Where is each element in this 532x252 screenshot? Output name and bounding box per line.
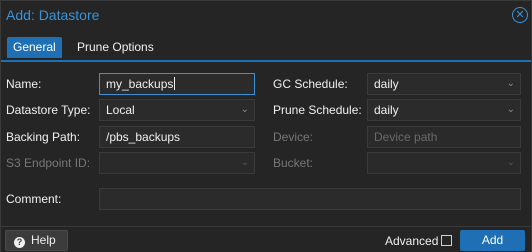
name-input[interactable]: my_backups (99, 73, 255, 95)
chevron-down-icon: ⌄ (240, 157, 249, 168)
backing-path-input[interactable]: /pbs_backups (99, 126, 255, 148)
name-value: my_backups (106, 77, 174, 91)
help-button-label: Help (31, 233, 56, 247)
chevron-down-icon: ⌄ (506, 157, 515, 168)
add-datastore-dialog: Add: Datastore ✕ General Prune Options N… (0, 0, 532, 252)
text-cursor (174, 77, 176, 90)
prune-schedule-select[interactable]: daily ⌄ (367, 99, 521, 121)
backing-path-value: /pbs_backups (106, 130, 181, 144)
tab-general[interactable]: General (7, 37, 62, 58)
s3-endpoint-label: S3 Endpoint ID: (6, 156, 91, 170)
prune-schedule-label: Prune Schedule: (273, 103, 362, 117)
dialog-footer: ? Help Advanced Add (1, 226, 531, 252)
add-button[interactable]: Add (460, 230, 525, 251)
dialog-titlebar[interactable]: Add: Datastore ✕ (1, 1, 531, 30)
help-button[interactable]: ? Help (5, 230, 68, 251)
s3-endpoint-select: ⌄ (99, 152, 255, 174)
bucket-select: ⌄ (367, 152, 521, 174)
device-label: Device: (273, 130, 314, 144)
bucket-label: Bucket: (273, 156, 314, 170)
tab-prune-options[interactable]: Prune Options (71, 37, 160, 58)
gc-schedule-select[interactable]: daily ⌄ (367, 73, 521, 95)
datastore-type-value: Local (106, 103, 135, 117)
tab-bar: General Prune Options (1, 30, 531, 62)
gc-schedule-value: daily (374, 77, 399, 91)
name-label: Name: (6, 77, 42, 91)
prune-schedule-value: daily (374, 103, 399, 117)
form-body: Name: my_backups Datastore Type: Local ⌄… (1, 62, 531, 226)
close-icon[interactable]: ✕ (512, 7, 528, 23)
comment-input[interactable] (99, 188, 521, 210)
comment-label: Comment: (6, 192, 62, 206)
backing-path-label: Backing Path: (6, 130, 81, 144)
datastore-type-select[interactable]: Local ⌄ (99, 99, 255, 121)
question-icon: ? (14, 237, 25, 248)
advanced-checkbox[interactable] (441, 235, 452, 246)
chevron-down-icon[interactable]: ⌄ (507, 100, 515, 120)
chevron-down-icon[interactable]: ⌄ (241, 100, 249, 120)
device-input: Device path (367, 126, 521, 148)
gc-schedule-label: GC Schedule: (273, 77, 348, 91)
dialog-title: Add: Datastore (6, 7, 100, 23)
chevron-down-icon[interactable]: ⌄ (507, 74, 515, 94)
datastore-type-label: Datastore Type: (6, 103, 91, 117)
device-placeholder: Device path (374, 130, 438, 144)
advanced-label: Advanced (385, 234, 439, 248)
